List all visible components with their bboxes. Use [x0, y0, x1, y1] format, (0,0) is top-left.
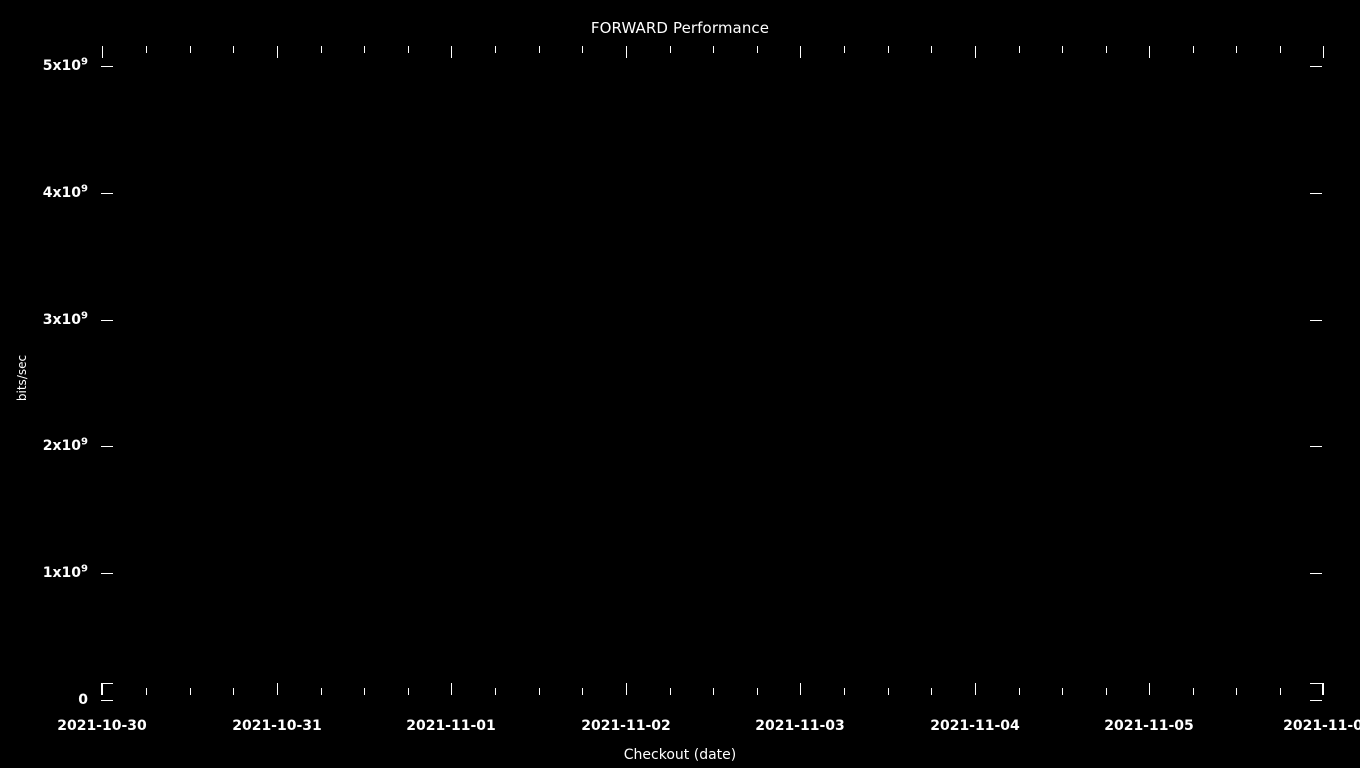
- x-minor-tick-top: [321, 46, 322, 53]
- x-minor-tick-bottom: [931, 688, 932, 695]
- x-axis-tick-label: 2021-11-02: [581, 718, 671, 734]
- x-minor-tick-top: [713, 46, 714, 53]
- x-minor-tick-top: [1019, 46, 1020, 53]
- x-major-tick-top: [800, 46, 801, 58]
- x-minor-tick-top: [931, 46, 932, 53]
- x-minor-tick-bottom: [888, 688, 889, 695]
- y-axis-tick-label: 4x109: [42, 183, 88, 201]
- x-major-tick-bottom: [1149, 683, 1150, 695]
- x-minor-tick-bottom: [190, 688, 191, 695]
- page-title: FORWARD Performance: [590, 19, 770, 37]
- x-major-tick-bottom: [1323, 683, 1324, 695]
- x-minor-tick-top: [888, 46, 889, 53]
- x-axis-tick-label: 2021-11-05: [1104, 718, 1194, 734]
- y-major-tick-right: [1310, 446, 1322, 447]
- axis-corner-right-cap: [1310, 683, 1322, 684]
- x-axis-tick-label: 2021-11-01: [406, 718, 496, 734]
- x-minor-tick-top: [1193, 46, 1194, 53]
- y-major-tick-left: [101, 66, 113, 67]
- x-axis-label: Checkout (date): [623, 747, 737, 763]
- x-minor-tick-bottom: [364, 688, 365, 695]
- x-minor-tick-bottom: [1280, 688, 1281, 695]
- y-major-tick-left: [101, 573, 113, 574]
- x-minor-tick-bottom: [757, 688, 758, 695]
- y-major-tick-right: [1310, 573, 1322, 574]
- x-minor-tick-bottom: [670, 688, 671, 695]
- x-minor-tick-bottom: [582, 688, 583, 695]
- y-major-tick-right: [1310, 700, 1322, 701]
- x-minor-tick-top: [1062, 46, 1063, 53]
- x-axis-tick-label: 2021-10-30: [57, 718, 147, 734]
- x-minor-tick-bottom: [1236, 688, 1237, 695]
- x-minor-tick-bottom: [408, 688, 409, 695]
- x-minor-tick-top: [408, 46, 409, 53]
- x-minor-tick-bottom: [539, 688, 540, 695]
- y-axis-tick-label: 0: [78, 692, 88, 708]
- x-major-tick-bottom: [800, 683, 801, 695]
- y-major-tick-left: [101, 320, 113, 321]
- x-minor-tick-top: [1280, 46, 1281, 53]
- y-axis-tick-label: 1x109: [42, 563, 88, 581]
- y-major-tick-right: [1310, 320, 1322, 321]
- x-minor-tick-bottom: [321, 688, 322, 695]
- x-major-tick-top: [102, 46, 103, 58]
- x-major-tick-top: [451, 46, 452, 58]
- x-minor-tick-top: [844, 46, 845, 53]
- chart-canvas: FORWARD Performance bits/sec Checkout (d…: [0, 0, 1360, 768]
- y-major-tick-right: [1310, 66, 1322, 67]
- axis-corner-right: [1322, 683, 1323, 695]
- plot-area: [101, 46, 1322, 696]
- y-axis-tick-label: 3x109: [42, 310, 88, 328]
- y-major-tick-right: [1310, 193, 1322, 194]
- x-minor-tick-top: [146, 46, 147, 53]
- x-major-tick-bottom: [451, 683, 452, 695]
- x-axis-tick-label: 2021-11-0: [1283, 718, 1360, 734]
- x-major-tick-bottom: [975, 683, 976, 695]
- axis-corner-left: [101, 683, 102, 695]
- x-minor-tick-top: [233, 46, 234, 53]
- y-major-tick-left: [101, 700, 113, 701]
- y-major-tick-left: [101, 193, 113, 194]
- x-minor-tick-top: [757, 46, 758, 53]
- x-minor-tick-top: [670, 46, 671, 53]
- x-minor-tick-bottom: [1106, 688, 1107, 695]
- x-minor-tick-bottom: [844, 688, 845, 695]
- x-major-tick-top: [277, 46, 278, 58]
- x-minor-tick-top: [539, 46, 540, 53]
- x-minor-tick-bottom: [1062, 688, 1063, 695]
- x-minor-tick-bottom: [713, 688, 714, 695]
- x-minor-tick-top: [1106, 46, 1107, 53]
- x-minor-tick-top: [582, 46, 583, 53]
- x-minor-tick-top: [495, 46, 496, 53]
- y-axis-tick-label: 2x109: [42, 436, 88, 454]
- x-major-tick-top: [1149, 46, 1150, 58]
- x-major-tick-bottom: [626, 683, 627, 695]
- x-axis-tick-label: 2021-11-04: [930, 718, 1020, 734]
- x-axis-tick-label: 2021-11-03: [755, 718, 845, 734]
- x-minor-tick-bottom: [495, 688, 496, 695]
- x-major-tick-top: [1323, 46, 1324, 58]
- x-minor-tick-bottom: [1019, 688, 1020, 695]
- x-major-tick-bottom: [102, 683, 103, 695]
- x-axis-tick-label: 2021-10-31: [232, 718, 322, 734]
- x-minor-tick-bottom: [233, 688, 234, 695]
- axis-corner-left-cap: [101, 683, 113, 684]
- y-axis-tick-label: 5x109: [42, 56, 88, 74]
- x-minor-tick-top: [364, 46, 365, 53]
- x-minor-tick-bottom: [146, 688, 147, 695]
- x-minor-tick-bottom: [1193, 688, 1194, 695]
- x-major-tick-bottom: [277, 683, 278, 695]
- y-axis-label: bits/sec: [15, 354, 29, 402]
- x-minor-tick-top: [190, 46, 191, 53]
- x-major-tick-top: [626, 46, 627, 58]
- x-minor-tick-top: [1236, 46, 1237, 53]
- y-major-tick-left: [101, 446, 113, 447]
- x-major-tick-top: [975, 46, 976, 58]
